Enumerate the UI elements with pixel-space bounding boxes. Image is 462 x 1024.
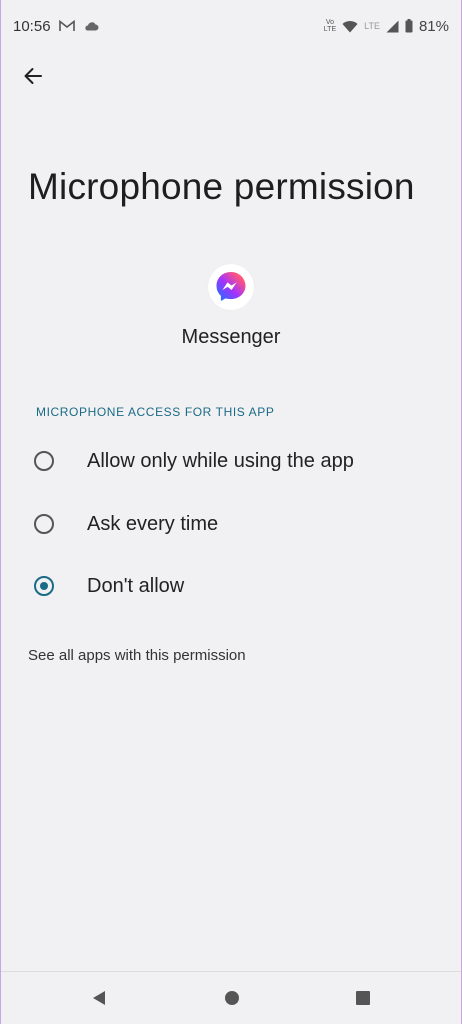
gmail-icon [58, 20, 75, 32]
back-button[interactable] [17, 60, 49, 92]
volte-bottom-text: LTE [323, 26, 337, 33]
option-label: Allow only while using the app [87, 449, 354, 472]
home-circle-icon [224, 990, 240, 1006]
app-icon-container [208, 264, 254, 310]
option-allow-while-using[interactable]: Allow only while using the app [1, 433, 461, 489]
option-label: Don't allow [87, 574, 185, 597]
option-ask-every-time[interactable]: Ask every time [1, 496, 461, 552]
status-left: 10:56 [13, 18, 99, 35]
radio-button[interactable] [34, 451, 54, 471]
status-bar: 10:56 Vo LTE LTE 81% [1, 0, 461, 52]
nav-back-button[interactable] [89, 988, 109, 1008]
option-label: Ask every time [87, 512, 219, 535]
battery-percent: 81% [418, 17, 449, 35]
nav-recents-button[interactable] [353, 988, 373, 1008]
battery-icon [405, 19, 413, 33]
status-time: 10:56 [13, 17, 51, 35]
status-right: Vo LTE LTE 81% [324, 18, 449, 35]
volte-top-text: Vo [325, 19, 335, 26]
signal-icon [386, 20, 399, 33]
page-title: Microphone permission [28, 166, 415, 207]
navigation-bar [1, 971, 461, 1024]
back-triangle-icon [91, 990, 107, 1006]
recents-square-icon [355, 990, 371, 1006]
option-dont-allow[interactable]: Don't allow [1, 558, 461, 614]
radio-button[interactable] [34, 514, 54, 534]
volte-icon: Vo LTE [324, 19, 336, 33]
cloud-icon [83, 21, 99, 31]
radio-button-selected[interactable] [34, 576, 54, 596]
section-label: MICROPHONE ACCESS FOR THIS APP [36, 405, 275, 419]
lte-label: LTE [364, 21, 380, 31]
messenger-icon [214, 270, 248, 304]
app-name: Messenger [181, 326, 281, 348]
arrow-left-icon [23, 67, 43, 85]
wifi-icon [342, 20, 358, 33]
see-all-apps-link[interactable]: See all apps with this permission [28, 647, 246, 664]
nav-home-button[interactable] [222, 988, 242, 1008]
